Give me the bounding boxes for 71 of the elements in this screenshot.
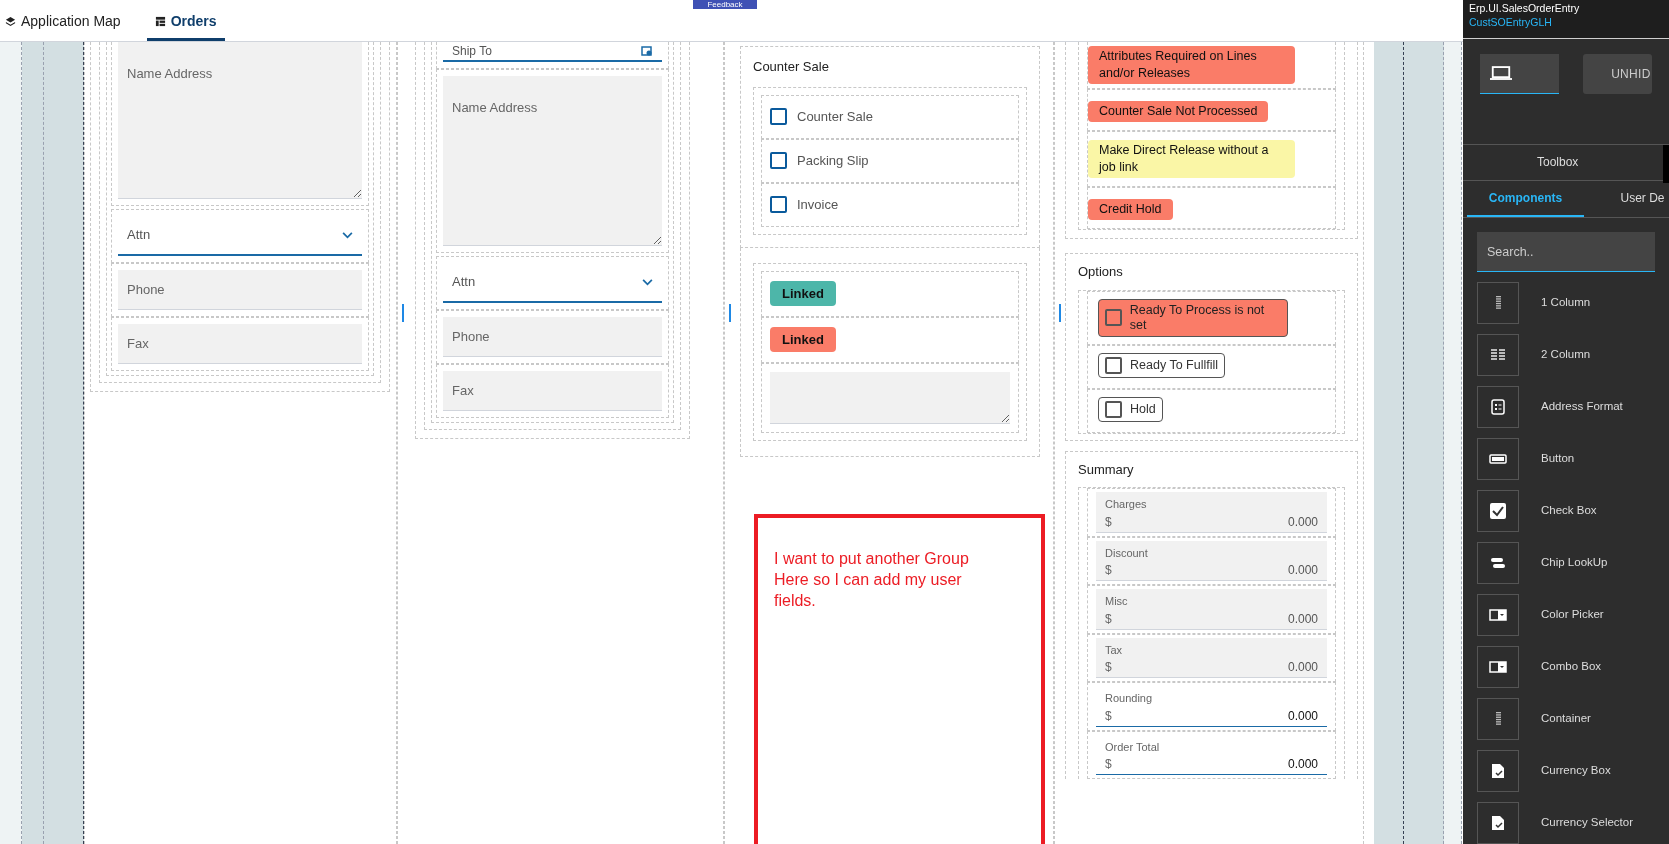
checkbox-label: Invoice	[797, 195, 839, 214]
checkbox[interactable]	[770, 196, 787, 213]
component-item[interactable]: Currency Selector	[1477, 802, 1655, 844]
panel-tab[interactable]: Components	[1467, 181, 1584, 217]
address-card-icon	[1490, 399, 1506, 415]
checkbox-icon	[1490, 503, 1506, 519]
dropdown-icon	[1489, 661, 1507, 673]
resize-handle[interactable]	[729, 304, 731, 322]
group-title: Summary	[1078, 460, 1135, 479]
fax-field[interactable]: Fax	[118, 324, 362, 364]
annotation-text: I want to put another Group Here so I can add my user fields.	[774, 548, 970, 611]
currency-field[interactable]: Discount $ 0.000	[1096, 540, 1327, 581]
option-checkbox[interactable]: Ready To Fullfill	[1098, 352, 1225, 378]
toolbox-tab[interactable]: Toolbox	[1537, 153, 1579, 172]
component-item[interactable]: 2 Column	[1477, 334, 1655, 376]
unhide-button[interactable]: UNHID	[1583, 53, 1652, 94]
checkbox[interactable]	[770, 108, 787, 125]
group-title: Counter Sale	[753, 58, 830, 76]
two-column-icon	[1490, 347, 1506, 363]
fax-field[interactable]: Fax	[443, 371, 662, 411]
tab[interactable]: Application Map	[5, 1, 147, 41]
alert-badge: Credit Hold	[1088, 199, 1173, 220]
panel-tab[interactable]: User De	[1584, 181, 1669, 217]
chevron-down-icon	[342, 231, 353, 239]
resize-handle[interactable]	[402, 304, 404, 322]
currency-field[interactable]: Tax $ 0.000	[1096, 637, 1327, 678]
status-badge: Linked	[770, 280, 836, 307]
chip-icon	[1490, 557, 1506, 569]
search-field[interactable]: Search..	[1477, 232, 1655, 272]
component-item[interactable]: Combo Box	[1477, 646, 1655, 688]
alert-badge: Attributes Required on Lines and/or Releases	[1088, 46, 1295, 84]
checkbox[interactable]	[770, 152, 787, 169]
checkbox[interactable]	[1105, 356, 1122, 374]
resize-handle[interactable]	[1059, 304, 1061, 322]
phone-field[interactable]: Phone	[443, 317, 662, 357]
lookup-icon[interactable]	[641, 45, 653, 57]
checkbox[interactable]	[1105, 309, 1122, 326]
dropdown-icon	[1489, 609, 1507, 621]
alert-badge: Make Direct Release without a job link	[1088, 140, 1295, 178]
component-item[interactable]: Address Format	[1477, 386, 1655, 428]
chevron-down-icon	[642, 278, 653, 286]
option-checkbox[interactable]: Hold	[1098, 396, 1163, 422]
address-field[interactable]: Name Address	[443, 76, 662, 246]
table-icon	[154, 15, 166, 27]
desktop-view-button[interactable]	[1480, 53, 1560, 94]
alert-badge: Counter Sale Not Processed	[1088, 101, 1269, 122]
component-item[interactable]: Chip LookUp	[1477, 542, 1655, 584]
group-title: Options	[1078, 263, 1124, 281]
layer-name[interactable]: CustSOEntryGLH	[1469, 15, 1663, 29]
component-item[interactable]: 1 Column	[1477, 282, 1655, 324]
laptop-icon	[1490, 65, 1512, 81]
component-item[interactable]: Container	[1477, 698, 1655, 740]
address-field[interactable]: Name Address	[118, 42, 362, 199]
layers-icon	[5, 15, 16, 27]
checkbox-label: Counter Sale	[797, 107, 873, 126]
button-icon	[1489, 453, 1507, 465]
currency-field[interactable]: Charges $ 0.000	[1096, 492, 1327, 533]
checkbox[interactable]	[1105, 400, 1122, 418]
option-checkbox[interactable]: Ready To Process is not set	[1098, 298, 1288, 337]
checkbox-label: Packing Slip	[797, 151, 869, 170]
phone-field[interactable]: Phone	[118, 270, 362, 310]
currency-field[interactable]: Misc $ 0.000	[1096, 589, 1327, 630]
document-check-icon	[1491, 815, 1505, 831]
form-name: Erp.UI.SalesOrderEntry	[1469, 1, 1581, 15]
component-item[interactable]: Currency Box	[1477, 750, 1655, 792]
component-item[interactable]: Color Picker	[1477, 594, 1655, 636]
document-check-icon	[1491, 763, 1505, 779]
component-item[interactable]: Check Box	[1477, 490, 1655, 532]
status-badge: Linked	[770, 326, 836, 353]
component-item[interactable]: Button	[1477, 438, 1655, 480]
feedback-button[interactable]: Feedback	[693, 0, 757, 9]
